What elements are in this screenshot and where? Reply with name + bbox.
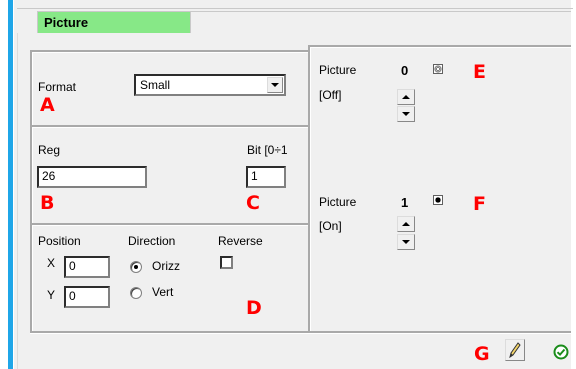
tab-strip: [17, 8, 573, 10]
left-accent-stripe: [0, 0, 14, 369]
position-label: Position: [38, 234, 81, 248]
reverse-checkbox[interactable]: [220, 256, 233, 269]
bottom-divider: [30, 333, 571, 334]
direction-orizz-label: Orizz: [152, 259, 180, 273]
reg-input[interactable]: 26: [37, 166, 147, 188]
pictures-group: [308, 45, 571, 333]
tab-divider: [191, 11, 571, 12]
marker-d: D: [246, 297, 262, 319]
marker-a: A: [40, 94, 55, 116]
chevron-down-icon[interactable]: [267, 77, 283, 93]
format-select-value: Small: [140, 78, 171, 92]
marker-c: C: [246, 192, 260, 214]
picture-0-state: [Off]: [319, 88, 342, 102]
picture-1-down-button[interactable]: [397, 234, 415, 250]
picture-1-label: Picture: [319, 195, 357, 209]
format-label: Format: [38, 80, 77, 94]
picture-1-index: 1: [401, 195, 409, 210]
picture-0-down-button[interactable]: [397, 106, 415, 122]
marker-e: E: [473, 61, 486, 83]
marker-g: G: [474, 343, 490, 365]
x-label: X: [47, 256, 56, 270]
edit-button[interactable]: [505, 339, 525, 361]
picture-0-index: 0: [401, 63, 409, 78]
picture-0-label: Picture: [319, 63, 357, 77]
pencil-icon: [509, 342, 521, 358]
bit-label: Bit [0÷1: [247, 143, 288, 157]
check-circle-icon[interactable]: [553, 344, 569, 360]
picture-0-up-button[interactable]: [397, 89, 415, 105]
reverse-label: Reverse: [218, 234, 263, 248]
marker-f: F: [473, 193, 486, 215]
direction-vert-label: Vert: [152, 285, 174, 299]
direction-orizz-radio[interactable]: [130, 261, 142, 273]
picture-0-swatch-icon[interactable]: [433, 64, 443, 74]
y-label: Y: [47, 288, 56, 302]
y-input[interactable]: 0: [64, 286, 110, 308]
bit-input[interactable]: 1: [246, 166, 286, 188]
picture-1-up-button[interactable]: [397, 216, 415, 232]
picture-1-swatch-icon[interactable]: [433, 195, 443, 205]
direction-label: Direction: [128, 234, 176, 248]
direction-vert-radio[interactable]: [130, 287, 142, 299]
format-select[interactable]: Small: [134, 74, 286, 96]
tab-picture[interactable]: Picture: [37, 11, 191, 33]
marker-b: B: [40, 192, 55, 214]
reg-label: Reg: [38, 143, 61, 157]
x-input[interactable]: 0: [64, 256, 110, 278]
picture-1-state: [On]: [319, 219, 342, 233]
